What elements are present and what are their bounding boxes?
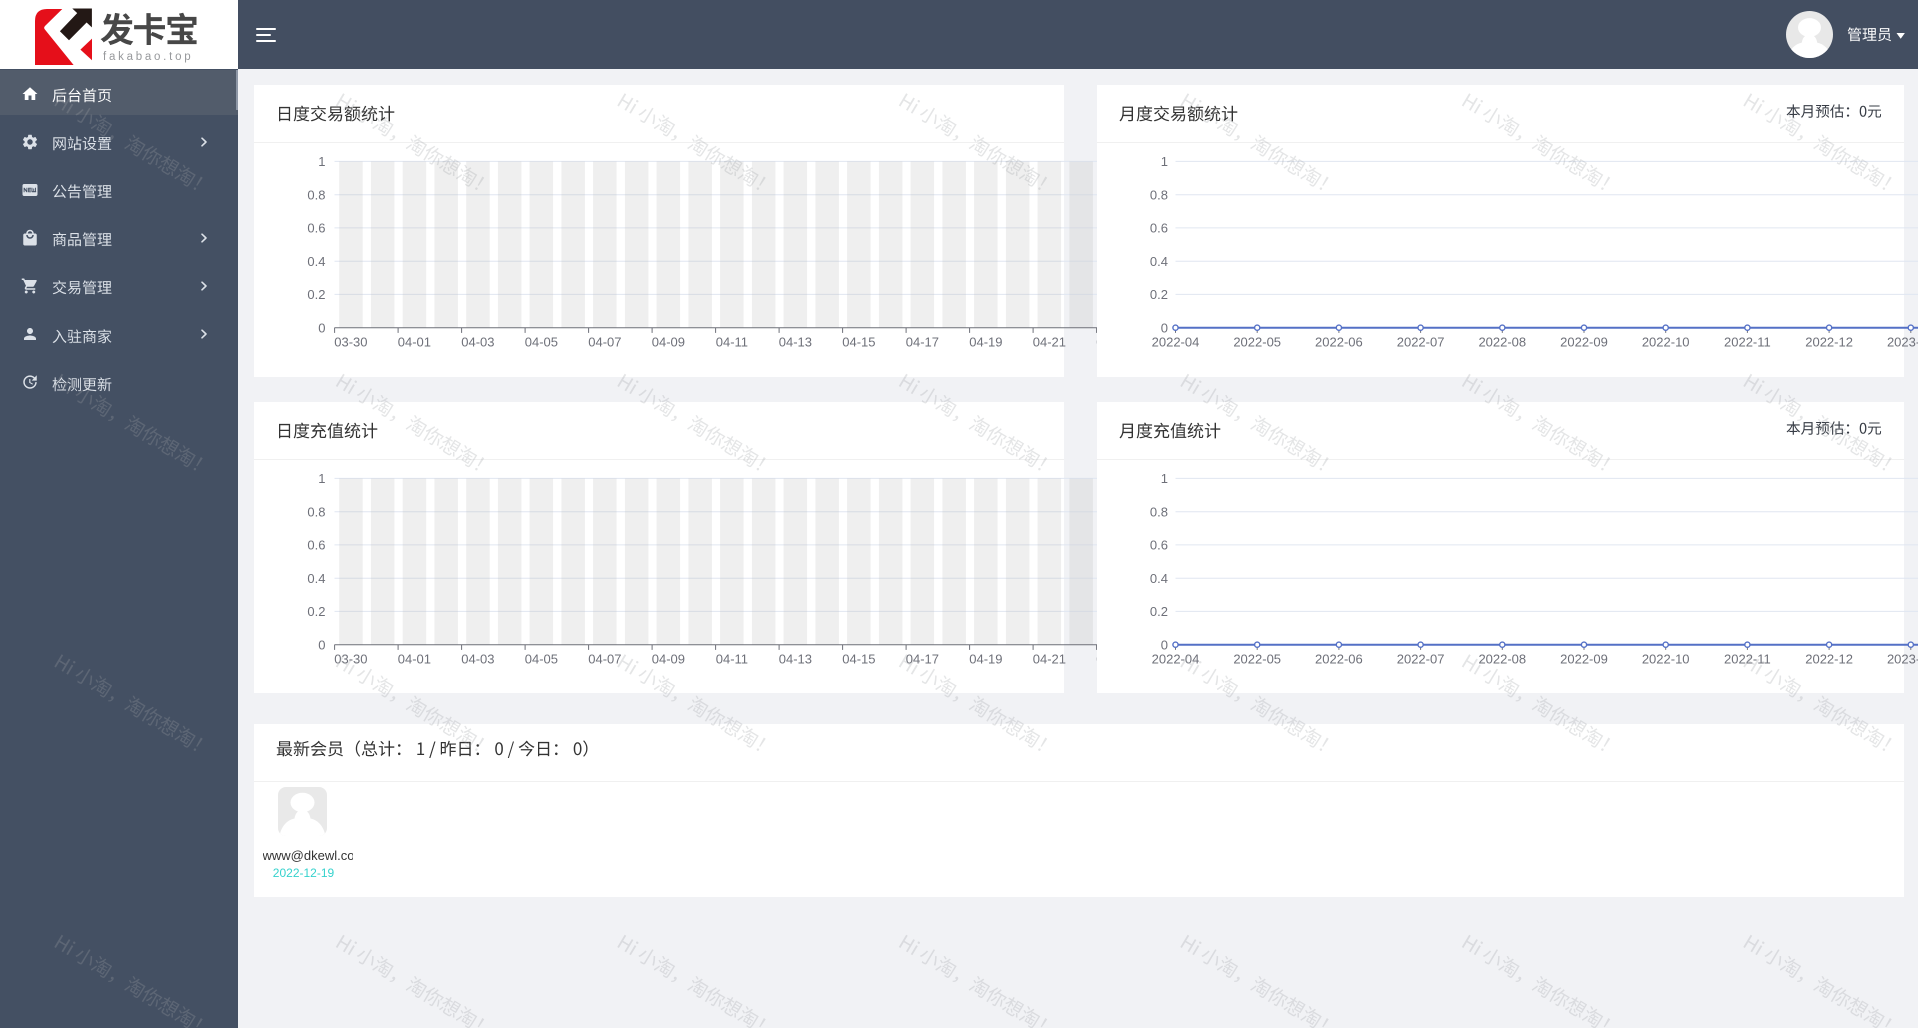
svg-text:2022-12: 2022-12: [1805, 335, 1853, 350]
svg-text:04-17: 04-17: [905, 335, 938, 350]
svg-text:0.4: 0.4: [307, 571, 325, 586]
svg-text:2023-01: 2023-01: [1887, 335, 1918, 350]
svg-text:04-07: 04-07: [588, 652, 621, 667]
svg-text:2022-07: 2022-07: [1397, 652, 1445, 667]
svg-text:2022-10: 2022-10: [1642, 335, 1690, 350]
svg-text:0.6: 0.6: [1150, 538, 1168, 553]
svg-text:04-13: 04-13: [778, 335, 811, 350]
svg-text:04-01: 04-01: [397, 335, 430, 350]
svg-text:0.8: 0.8: [1150, 505, 1168, 520]
svg-text:04-19: 04-19: [969, 335, 1002, 350]
svg-text:2022-09: 2022-09: [1560, 652, 1608, 667]
svg-text:0.8: 0.8: [1150, 188, 1168, 203]
svg-text:04-21: 04-21: [1032, 652, 1065, 667]
svg-text:04-07: 04-07: [588, 335, 621, 350]
svg-text:04-01: 04-01: [397, 652, 430, 667]
svg-text:04-03: 04-03: [461, 652, 494, 667]
svg-text:2022-04: 2022-04: [1152, 652, 1200, 667]
svg-text:2022-08: 2022-08: [1478, 652, 1526, 667]
svg-text:0.8: 0.8: [307, 188, 325, 203]
svg-text:04-05: 04-05: [524, 335, 557, 350]
svg-text:2022-11: 2022-11: [1724, 335, 1771, 350]
svg-text:2022-11: 2022-11: [1724, 652, 1771, 667]
svg-text:04-17: 04-17: [905, 652, 938, 667]
svg-text:1: 1: [1161, 154, 1168, 169]
svg-text:1: 1: [1161, 471, 1168, 486]
svg-text:0.2: 0.2: [1150, 604, 1168, 619]
svg-text:2022-09: 2022-09: [1560, 335, 1608, 350]
svg-text:04-13: 04-13: [778, 652, 811, 667]
svg-text:03-30: 03-30: [334, 335, 367, 350]
svg-text:04-15: 04-15: [842, 335, 875, 350]
svg-text:0.4: 0.4: [307, 254, 325, 269]
svg-text:2022-05: 2022-05: [1233, 652, 1281, 667]
svg-text:2022-10: 2022-10: [1642, 652, 1690, 667]
svg-text:04-19: 04-19: [969, 652, 1002, 667]
svg-text:2022-08: 2022-08: [1478, 335, 1526, 350]
svg-text:0: 0: [318, 638, 325, 653]
svg-text:04-21: 04-21: [1032, 335, 1065, 350]
svg-text:0.6: 0.6: [307, 538, 325, 553]
svg-text:0.6: 0.6: [1150, 221, 1168, 236]
svg-text:04-09: 04-09: [651, 652, 684, 667]
svg-text:2023-01: 2023-01: [1887, 652, 1918, 667]
svg-text:0.4: 0.4: [1150, 254, 1168, 269]
svg-text:2022-05: 2022-05: [1233, 335, 1281, 350]
svg-text:1: 1: [318, 471, 325, 486]
svg-text:04-03: 04-03: [461, 335, 494, 350]
svg-text:03-30: 03-30: [334, 652, 367, 667]
svg-text:0: 0: [318, 321, 325, 336]
svg-text:0: 0: [1161, 321, 1168, 336]
svg-text:0.8: 0.8: [307, 505, 325, 520]
svg-text:04-11: 04-11: [715, 335, 747, 350]
svg-text:04-05: 04-05: [524, 652, 557, 667]
svg-text:0.2: 0.2: [1150, 287, 1168, 302]
svg-text:0.6: 0.6: [307, 221, 325, 236]
svg-text:0.4: 0.4: [1150, 571, 1168, 586]
svg-text:04-11: 04-11: [715, 652, 747, 667]
svg-text:2022-06: 2022-06: [1315, 652, 1363, 667]
svg-text:0: 0: [1161, 638, 1168, 653]
svg-text:0.2: 0.2: [307, 287, 325, 302]
svg-text:2022-04: 2022-04: [1152, 335, 1200, 350]
svg-text:0.2: 0.2: [307, 604, 325, 619]
svg-text:2022-07: 2022-07: [1397, 335, 1445, 350]
svg-text:2022-06: 2022-06: [1315, 335, 1363, 350]
svg-text:04-09: 04-09: [651, 335, 684, 350]
svg-text:1: 1: [318, 154, 325, 169]
svg-text:04-15: 04-15: [842, 652, 875, 667]
svg-text:2022-12: 2022-12: [1805, 652, 1853, 667]
